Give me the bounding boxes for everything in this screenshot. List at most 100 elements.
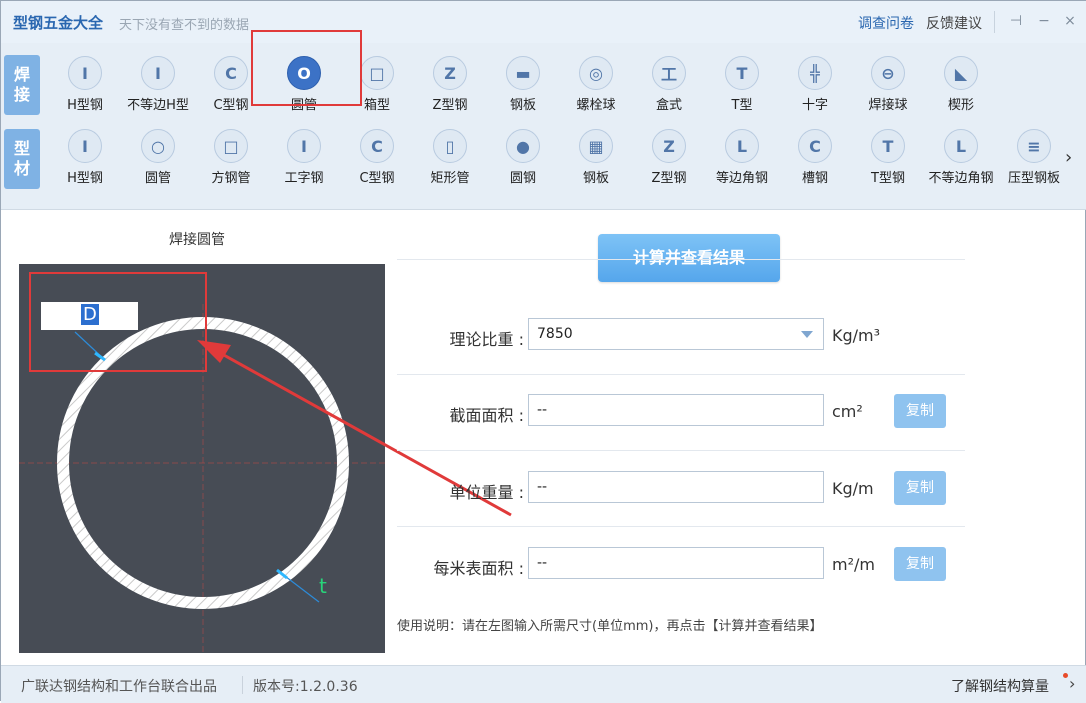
divider xyxy=(397,259,965,260)
category-tab-weld[interactable]: 焊接 xyxy=(4,55,40,115)
chevron-right-icon[interactable]: › xyxy=(1069,674,1075,693)
weld-tool-7[interactable]: ◎ 螺栓球 xyxy=(560,56,632,113)
tool-label: 压型钢板 xyxy=(1007,171,1060,186)
shape-icon: 工 xyxy=(652,56,686,90)
shape-icon: L xyxy=(944,129,978,163)
weld-tool-11[interactable]: ⊖ 焊接球 xyxy=(852,56,924,113)
profile-tool-2[interactable]: □ 方钢管 xyxy=(195,129,267,186)
shape-icon: ▦ xyxy=(579,129,613,163)
pin-icon[interactable]: ⊣ xyxy=(1007,10,1025,32)
app-subtitle: 天下没有查不到的数据 xyxy=(119,18,250,33)
weld-tool-9[interactable]: T T型 xyxy=(706,56,778,113)
annotation-box-selected-tool xyxy=(251,30,362,106)
category-profile-label: 型材 xyxy=(13,139,30,178)
shape-icon: ● xyxy=(506,129,540,163)
tool-label: 圆管 xyxy=(144,171,171,186)
tool-label: 圆钢 xyxy=(509,171,536,186)
learn-link[interactable]: 了解钢结构算量 xyxy=(951,676,1049,696)
divider xyxy=(397,450,965,451)
app-title: 型钢五金大全 xyxy=(13,14,104,32)
usage-hint: 使用说明：请在左图输入所需尺寸(单位mm)，再点击【计算并查看结果】 xyxy=(397,619,823,634)
weld-tool-5[interactable]: Z Z型钢 xyxy=(414,56,486,113)
shape-icon: C xyxy=(214,56,248,90)
footer-divider xyxy=(242,676,243,694)
profile-tool-12[interactable]: L 不等边角钢 xyxy=(925,129,997,186)
close-icon[interactable]: × xyxy=(1061,10,1079,32)
tool-label: 盒式 xyxy=(655,98,682,113)
feedback-link[interactable]: 反馈建议 xyxy=(926,13,982,33)
profile-tool-7[interactable]: ▦ 钢板 xyxy=(560,129,632,186)
profile-tool-5[interactable]: ▯ 矩形管 xyxy=(414,129,486,186)
status-bar: 广联达钢结构和工作台联合出品 版本号:1.2.0.36 了解钢结构算量 › xyxy=(1,665,1086,703)
tool-label: 矩形管 xyxy=(430,171,470,186)
profile-tool-4[interactable]: C C型钢 xyxy=(341,129,413,186)
tool-label: 方钢管 xyxy=(211,171,251,186)
chevron-down-icon[interactable] xyxy=(801,331,813,338)
thickness-label[interactable]: t xyxy=(319,574,327,598)
density-select[interactable]: 7850 xyxy=(528,318,824,350)
tool-label: Z型钢 xyxy=(432,98,468,113)
shape-icon: ○ xyxy=(141,129,175,163)
shape-icon: L xyxy=(725,129,759,163)
tool-label: H型钢 xyxy=(67,171,103,186)
shape-icon: T xyxy=(725,56,759,90)
tool-label: 钢板 xyxy=(582,171,609,186)
credit-text: 广联达钢结构和工作台联合出品 xyxy=(21,679,217,695)
copy-area-button[interactable]: 复制 xyxy=(894,394,946,428)
weld-tool-8[interactable]: 工盒式 xyxy=(633,56,705,113)
weld-tool-1[interactable]: I 不等边H型 xyxy=(122,56,194,113)
density-value: 7850 xyxy=(537,326,573,342)
app-window: 型钢五金大全 天下没有查不到的数据 调查问卷 反馈建议 ⊣ − × 焊接 型材 … xyxy=(0,0,1086,703)
shape-icon: I xyxy=(68,129,102,163)
area-label: 截面面积 : xyxy=(449,406,524,425)
weld-tool-0[interactable]: I H型钢 xyxy=(49,56,121,113)
titlebar-divider xyxy=(994,11,995,33)
tool-label: 楔形 xyxy=(947,98,974,113)
tool-label: 不等边H型 xyxy=(127,98,189,113)
tool-label: Z型钢 xyxy=(651,171,687,186)
shape-icon: I xyxy=(141,56,175,90)
diagram-title: 焊接圆管 xyxy=(169,232,225,248)
profile-tool-8[interactable]: Z Z型钢 xyxy=(633,129,705,186)
tool-label: 十字 xyxy=(801,98,828,113)
calculate-button[interactable]: 计算并查看结果 xyxy=(598,234,780,282)
category-tab-profile[interactable]: 型材 xyxy=(4,129,40,189)
tool-label: 等边角钢 xyxy=(715,171,768,186)
profile-tool-6[interactable]: ● 圆钢 xyxy=(487,129,559,186)
shape-icon: I xyxy=(68,56,102,90)
profile-tool-3[interactable]: I 工字钢 xyxy=(268,129,340,186)
divider xyxy=(397,374,965,375)
weight-label: 单位重量 : xyxy=(449,483,524,502)
weight-unit: Kg/m xyxy=(832,479,874,498)
density-label: 理论比重 : xyxy=(449,330,524,349)
survey-link[interactable]: 调查问卷 xyxy=(858,13,914,33)
surface-field[interactable]: -- xyxy=(528,547,824,579)
shape-icon: T xyxy=(871,129,905,163)
copy-weight-button[interactable]: 复制 xyxy=(894,471,946,505)
weight-field[interactable]: -- xyxy=(528,471,824,503)
weld-tool-6[interactable]: ▬ 钢板 xyxy=(487,56,559,113)
title-bar: 型钢五金大全 天下没有查不到的数据 调查问卷 反馈建议 ⊣ − × xyxy=(1,1,1086,43)
shape-icon: ◎ xyxy=(579,56,613,90)
weld-tool-10[interactable]: ╬ 十字 xyxy=(779,56,851,113)
profile-tool-11[interactable]: T T型钢 xyxy=(852,129,924,186)
tool-label: 不等边角钢 xyxy=(928,171,994,186)
shape-icon: I xyxy=(287,129,321,163)
area-field[interactable]: -- xyxy=(528,394,824,426)
tool-label: 钢板 xyxy=(509,98,536,113)
category-weld-label: 焊接 xyxy=(13,65,30,104)
profile-tool-1[interactable]: ○ 圆管 xyxy=(122,129,194,186)
shape-icon: ◣ xyxy=(944,56,978,90)
profile-tool-9[interactable]: L 等边角钢 xyxy=(706,129,778,186)
profile-tool-13[interactable]: ≡ 压型钢板 xyxy=(998,129,1070,186)
scroll-right-icon[interactable]: › xyxy=(1065,147,1072,168)
copy-surface-button[interactable]: 复制 xyxy=(894,547,946,581)
version-text: 版本号:1.2.0.36 xyxy=(253,679,358,695)
profile-tool-0[interactable]: I H型钢 xyxy=(49,129,121,186)
notification-dot xyxy=(1063,673,1068,678)
divider xyxy=(397,526,965,527)
tool-label: H型钢 xyxy=(67,98,103,113)
weld-tool-12[interactable]: ◣ 楔形 xyxy=(925,56,997,113)
minimize-icon[interactable]: − xyxy=(1035,10,1053,32)
profile-tool-10[interactable]: C 槽钢 xyxy=(779,129,851,186)
